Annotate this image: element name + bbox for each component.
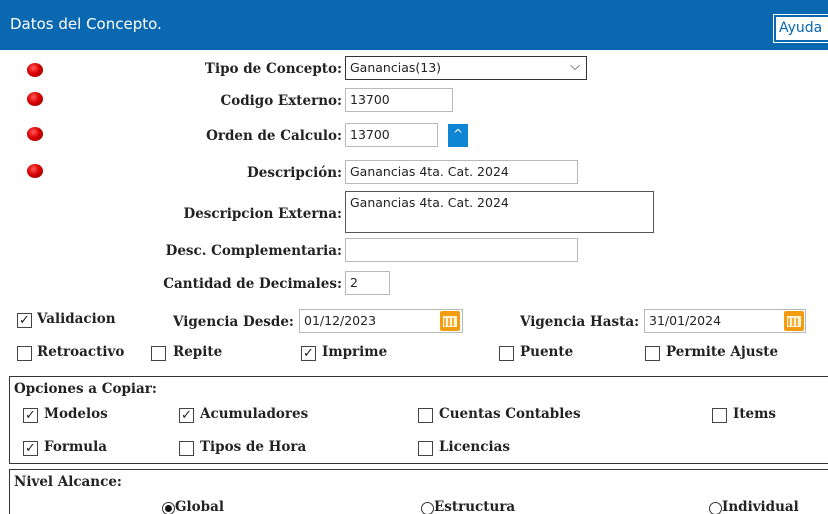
vigencia-hasta-label: Vigencia Hasta: [520,314,640,330]
vigencia-desde-input[interactable]: 01/12/2023 [299,309,463,333]
orden-calculo-label: Orden de Calculo: [206,128,342,144]
licencias-label: Licencias [439,439,510,455]
items-checkbox[interactable] [712,408,727,423]
descripcion-externa-textarea[interactable]: Ganancias 4ta. Cat. 2024 [345,191,654,233]
retroactivo-checkbox[interactable] [17,346,32,361]
cantidad-decimales-input[interactable]: 2 [345,271,390,295]
formula-label: Formula [44,439,107,455]
cuentas-contables-checkbox[interactable] [418,408,433,423]
desc-complementaria-label: Desc. Complementaria: [165,243,342,259]
orden-calculo-input[interactable]: 13700 [345,123,438,147]
global-radio[interactable] [162,502,175,514]
calendar-icon[interactable] [440,311,460,331]
cantidad-decimales-label: Cantidad de Decimales: [163,276,342,292]
licencias-checkbox[interactable] [418,441,433,456]
chevron-down-icon: ⌵ [570,59,580,74]
descripcion-label: Descripción: [247,165,342,181]
calendar-icon[interactable] [784,311,804,331]
descripcion-input[interactable]: Ganancias 4ta. Cat. 2024 [345,160,578,184]
validacion-checkbox[interactable]: ✓ [17,313,32,328]
nivel-alcance-section [9,469,828,514]
acumuladores-checkbox[interactable]: ✓ [179,408,194,423]
page-title: Datos del Concepto. [10,15,162,33]
individual-label: Individual [722,499,799,514]
validacion-label: Validacion [37,311,116,327]
puente-label: Puente [520,344,574,360]
required-dot-icon [27,127,43,141]
tipos-hora-label: Tipos de Hora [200,439,307,455]
imprime-checkbox[interactable]: ✓ [301,346,316,361]
help-button[interactable]: Ayuda [773,14,828,43]
tipo-concepto-select[interactable]: Ganancias(13) ⌵ [345,56,587,80]
formula-checkbox[interactable]: ✓ [23,441,38,456]
estructura-label: Estructura [434,499,516,514]
permite-ajuste-checkbox[interactable] [645,346,660,361]
codigo-externo-label: Codigo Externo: [220,93,342,109]
codigo-externo-input[interactable]: 13700 [345,88,453,112]
tipo-concepto-value: Ganancias(13) [350,60,442,75]
global-label: Global [175,499,224,514]
cuentas-contables-label: Cuentas Contables [439,406,581,422]
estructura-radio[interactable] [421,502,434,514]
retroactivo-label: Retroactivo [37,344,125,360]
items-label: Items [733,406,777,422]
tipo-concepto-label: Tipo de Concepto: [204,61,342,77]
nivel-alcance-title: Nivel Alcance: [14,474,122,490]
permite-ajuste-label: Permite Ajuste [666,344,779,360]
vigencia-desde-label: Vigencia Desde: [173,314,294,330]
modelos-checkbox[interactable]: ✓ [23,408,38,423]
repite-checkbox[interactable] [151,346,166,361]
desc-complementaria-input[interactable] [345,238,578,262]
descripcion-externa-label: Descripcion Externa: [183,206,343,222]
required-dot-icon [27,92,43,106]
required-dot-icon [27,164,43,178]
vigencia-hasta-input[interactable]: 31/01/2024 [644,309,806,333]
acumuladores-label: Acumuladores [200,406,309,422]
puente-checkbox[interactable] [499,346,514,361]
imprime-label: Imprime [322,344,388,360]
tipos-hora-checkbox[interactable] [179,441,194,456]
required-dot-icon [27,63,43,77]
modelos-label: Modelos [44,406,108,422]
repite-label: Repite [173,344,223,360]
opciones-copiar-title: Opciones a Copiar: [14,381,157,397]
individual-radio[interactable] [709,502,722,514]
orden-up-button[interactable]: ^ [448,124,468,147]
